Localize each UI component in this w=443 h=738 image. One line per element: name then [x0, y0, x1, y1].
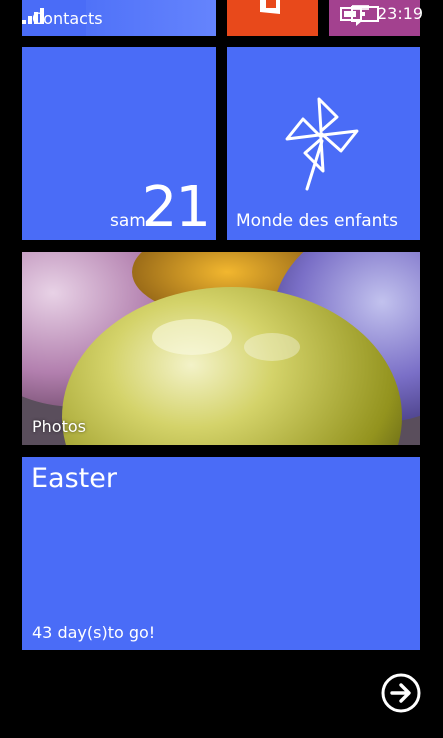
kids-corner-tile[interactable]: Monde des enfants — [227, 47, 420, 240]
contacts-tile-shade — [86, 0, 216, 36]
contacts-tile[interactable]: Contacts — [22, 0, 216, 36]
easter-title: Easter — [31, 463, 117, 494]
easter-countdown-text: 43 day(s)to go! — [32, 623, 156, 642]
contacts-tile-label: Contacts — [32, 9, 103, 28]
calendar-day: 21 — [141, 175, 211, 240]
photos-tile[interactable]: Photos — [22, 252, 420, 445]
calendar-tile[interactable]: sam. 21 — [22, 47, 216, 240]
all-apps-button[interactable] — [381, 673, 421, 713]
photos-tile-label: Photos — [32, 417, 86, 436]
office-icon — [260, 0, 280, 14]
easter-countdown-tile[interactable]: Easter 43 day(s)to go! — [22, 457, 420, 650]
kids-corner-label: Monde des enfants — [236, 211, 398, 231]
messaging-tile[interactable] — [329, 0, 420, 36]
pinwheel-icon — [285, 97, 359, 191]
office-tile[interactable] — [227, 0, 318, 36]
messaging-icon — [351, 6, 379, 26]
arrow-right-circle-icon — [381, 673, 421, 713]
